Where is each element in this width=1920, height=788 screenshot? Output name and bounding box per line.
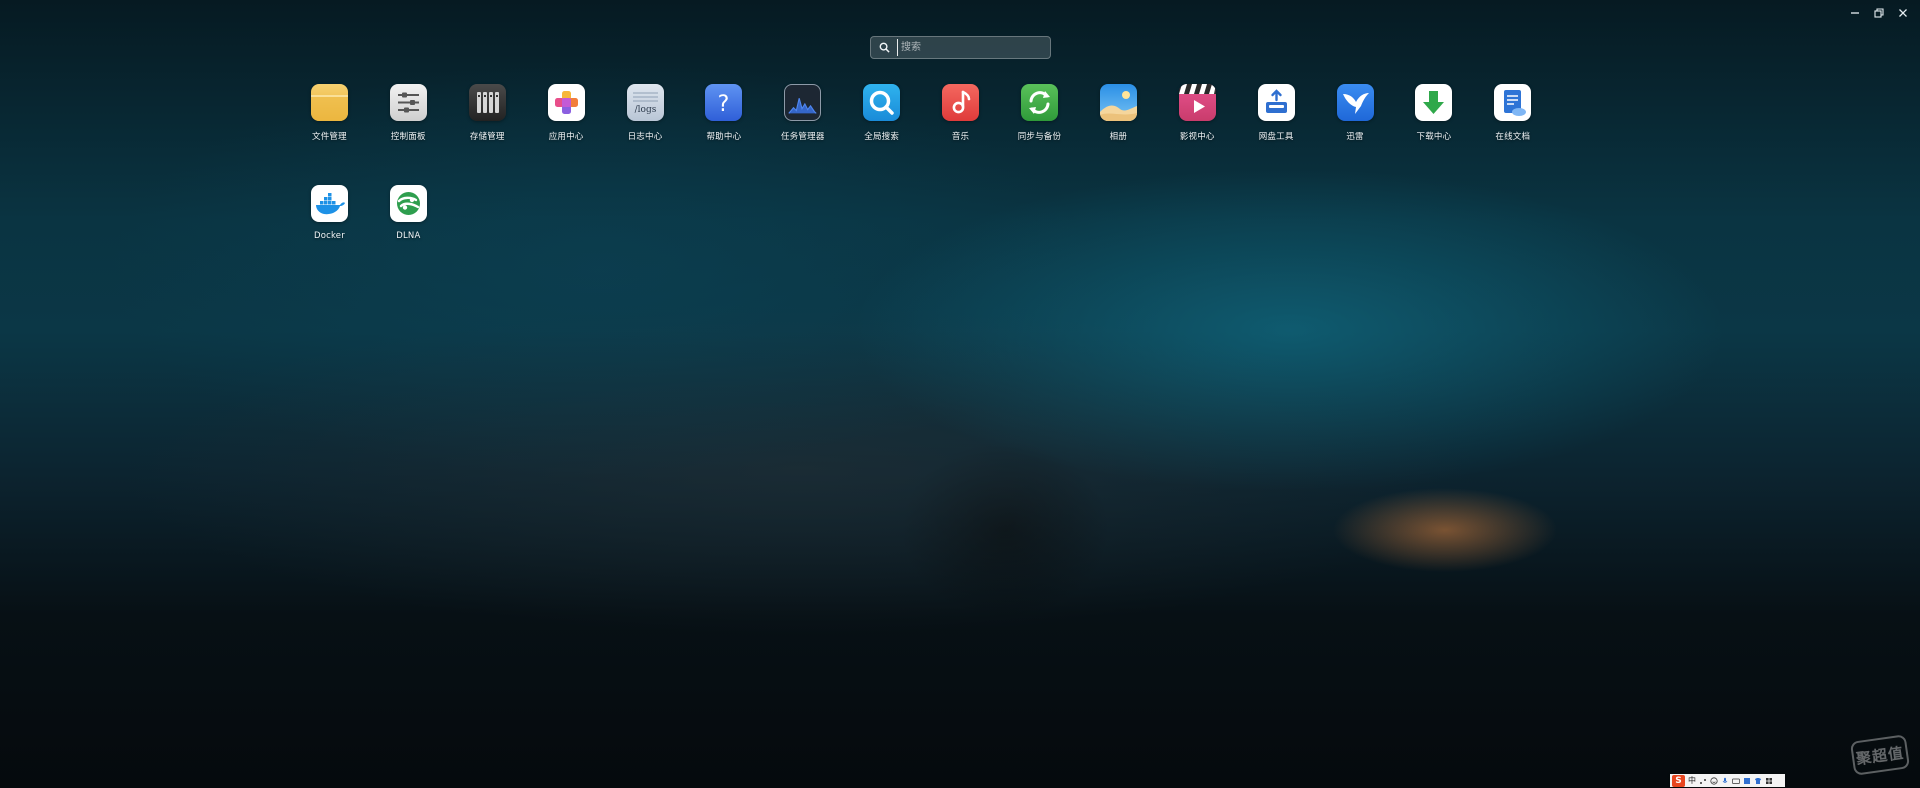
app-label: 下载中心 bbox=[1416, 132, 1452, 142]
window-controls bbox=[1848, 6, 1910, 20]
punctuation-icon[interactable] bbox=[1699, 777, 1707, 785]
app-label: 存储管理 bbox=[469, 132, 505, 142]
mic-icon[interactable] bbox=[1721, 777, 1729, 785]
download-icon bbox=[1415, 84, 1453, 121]
online-docs-icon bbox=[1494, 84, 1532, 121]
watermark-text: 聚超值 bbox=[1855, 743, 1906, 768]
task-manager-icon bbox=[784, 84, 822, 121]
app-control-panel[interactable]: 控制面板 bbox=[369, 84, 448, 142]
app-online-docs[interactable]: 在线文档 bbox=[1473, 84, 1552, 142]
search-icon bbox=[879, 42, 890, 53]
app-label: 在线文档 bbox=[1495, 132, 1531, 142]
logs-icon: /logs bbox=[626, 84, 664, 121]
watermark: 聚超值 bbox=[1849, 734, 1911, 776]
cloud-drive-icon bbox=[1257, 84, 1295, 121]
docker-icon bbox=[310, 185, 348, 222]
help-icon: ? bbox=[705, 84, 743, 121]
help-icon-text: ? bbox=[718, 92, 730, 117]
emoji-icon[interactable] bbox=[1710, 776, 1718, 785]
video-center-icon bbox=[1178, 84, 1216, 121]
ime-toolbar: S 中 bbox=[1670, 774, 1785, 787]
app-label: 音乐 bbox=[951, 132, 970, 142]
ime-language-toggle[interactable]: 中 bbox=[1688, 775, 1696, 787]
search-input[interactable] bbox=[897, 39, 1037, 56]
app-sync-backup[interactable]: 同步与备份 bbox=[1000, 84, 1079, 142]
app-label: 帮助中心 bbox=[706, 132, 742, 142]
search-box[interactable] bbox=[870, 36, 1051, 59]
restore-icon[interactable] bbox=[1872, 6, 1886, 20]
app-label: 全局搜索 bbox=[864, 132, 900, 142]
app-docker[interactable]: Docker bbox=[290, 185, 369, 241]
app-download-center[interactable]: 下载中心 bbox=[1394, 84, 1473, 142]
app-task-manager[interactable]: 任务管理器 bbox=[763, 84, 842, 142]
app-grid: 文件管理 控制面板 存储管理 应用中心 /logs 日志中心 ? 帮助中心 任务… bbox=[290, 84, 1630, 241]
xunlei-icon bbox=[1336, 84, 1374, 121]
app-label: 相册 bbox=[1109, 132, 1128, 142]
app-global-search[interactable]: 全局搜索 bbox=[842, 84, 921, 142]
app-file-manager[interactable]: 文件管理 bbox=[290, 84, 369, 142]
app-label: Docker bbox=[313, 231, 345, 241]
app-label: 日志中心 bbox=[627, 132, 663, 142]
app-label: 应用中心 bbox=[548, 132, 584, 142]
app-dlna[interactable]: DLNA bbox=[369, 185, 448, 241]
minimize-icon[interactable] bbox=[1848, 6, 1862, 20]
control-panel-icon bbox=[389, 84, 427, 121]
app-photos[interactable]: 相册 bbox=[1079, 84, 1158, 142]
close-icon[interactable] bbox=[1896, 6, 1910, 20]
sync-backup-icon bbox=[1020, 84, 1058, 121]
app-label: 同步与备份 bbox=[1017, 132, 1062, 142]
dlna-icon bbox=[389, 185, 427, 222]
app-label: 控制面板 bbox=[390, 132, 426, 142]
app-center-icon bbox=[547, 84, 585, 121]
app-video-center[interactable]: 影视中心 bbox=[1158, 84, 1237, 142]
app-label: 文件管理 bbox=[312, 132, 347, 142]
app-cloud-drive-tool[interactable]: 网盘工具 bbox=[1237, 84, 1316, 142]
logs-icon-text: /logs bbox=[634, 105, 656, 115]
photos-icon bbox=[1099, 84, 1137, 121]
shirt-icon[interactable] bbox=[1754, 777, 1762, 785]
app-label: 网盘工具 bbox=[1258, 132, 1294, 142]
app-label: DLNA bbox=[396, 231, 421, 241]
storage-icon bbox=[468, 84, 506, 121]
toolbox-icon[interactable] bbox=[1765, 777, 1773, 785]
app-log-center[interactable]: /logs 日志中心 bbox=[606, 84, 685, 142]
app-storage-manager[interactable]: 存储管理 bbox=[448, 84, 527, 142]
app-xunlei[interactable]: 迅雷 bbox=[1316, 84, 1395, 142]
app-label: 任务管理器 bbox=[781, 132, 825, 142]
ime-logo[interactable]: S bbox=[1672, 774, 1685, 787]
folder-icon bbox=[310, 84, 348, 121]
app-music[interactable]: 音乐 bbox=[921, 84, 1000, 142]
app-app-center[interactable]: 应用中心 bbox=[527, 84, 606, 142]
app-help-center[interactable]: ? 帮助中心 bbox=[684, 84, 763, 142]
music-icon bbox=[942, 84, 980, 121]
global-search-icon bbox=[863, 84, 901, 121]
keyboard-icon[interactable] bbox=[1732, 777, 1740, 785]
app-label: 迅雷 bbox=[1346, 132, 1364, 142]
skin-icon[interactable] bbox=[1743, 777, 1751, 785]
app-label: 影视中心 bbox=[1179, 132, 1215, 142]
